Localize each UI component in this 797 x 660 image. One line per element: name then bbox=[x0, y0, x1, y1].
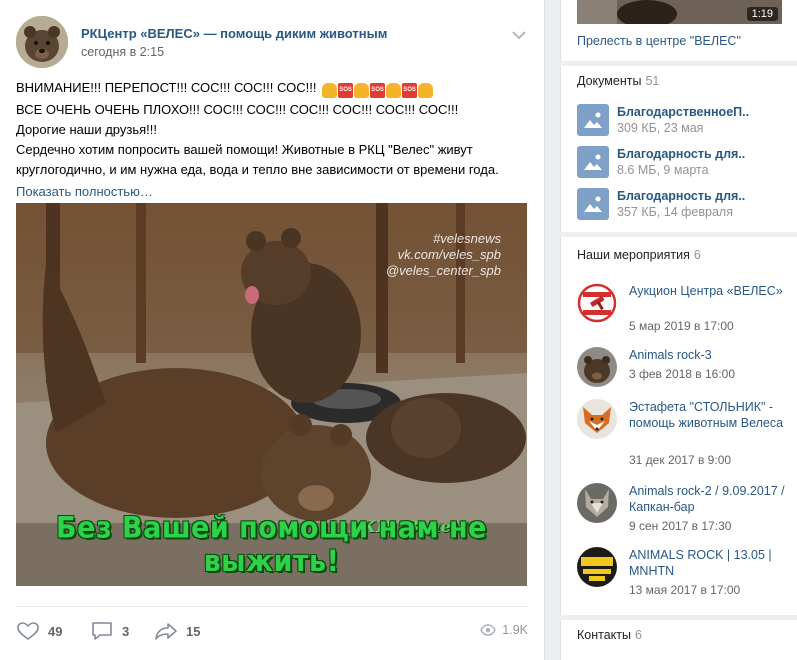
photo-caption-text: Без Вашей помощи нам не выжить! bbox=[56, 511, 487, 579]
event-item[interactable]: ANIMALS ROCK | 13.05 | MNHTN 13 мая 2017… bbox=[577, 547, 787, 601]
video-thumbnail[interactable]: 1:19 bbox=[577, 0, 782, 24]
group-avatar[interactable] bbox=[16, 16, 68, 68]
share-count: 15 bbox=[186, 623, 201, 639]
event-item[interactable]: Эстафета "СТОЛЬНИК" - помощь животным Ве… bbox=[577, 399, 787, 469]
pray-emoji-icon bbox=[386, 83, 402, 99]
documents-title: Документы bbox=[577, 74, 642, 88]
post-text: ВНИМАНИЕ!!! ПЕРЕПОСТ!!! СОС!!! СОС!!! СО… bbox=[16, 78, 531, 202]
contacts-block: Контакты 6 bbox=[560, 620, 797, 660]
share-button[interactable]: 15 bbox=[154, 621, 200, 641]
document-name: БлагодарственноеП.. bbox=[617, 105, 750, 119]
document-item[interactable]: Благодарность для.. 357 КБ, 14 февраля bbox=[577, 188, 782, 222]
watermark-instagram: @veles_center_spb bbox=[385, 263, 501, 278]
photo-watermark: #velesnews vk.com/veles_spb @veles_cente… bbox=[386, 231, 501, 279]
comment-count: 3 bbox=[122, 623, 130, 639]
document-item[interactable]: Благодарность для.. 8.6 МБ, 9 марта bbox=[577, 146, 782, 180]
image-document-icon bbox=[577, 104, 609, 136]
document-name: Благодарность для.. bbox=[617, 189, 746, 203]
like-count: 49 bbox=[48, 623, 63, 639]
contacts-count: 6 bbox=[635, 628, 642, 642]
post-photo[interactable]: #velesnews vk.com/veles_spb @veles_cente… bbox=[16, 203, 527, 586]
document-meta: 8.6 МБ, 9 марта bbox=[617, 163, 709, 177]
right-sidebar: 1:19 Прелесть в центре "ВЕЛЕС" Документы… bbox=[560, 0, 797, 660]
event-date: 3 фев 2018 в 16:00 bbox=[629, 367, 736, 381]
comment-button[interactable]: 3 bbox=[90, 621, 129, 641]
event-item[interactable]: Аукцион Центра «ВЕЛЕС» 5 мар 2019 в 17:0… bbox=[577, 283, 787, 337]
event-date: 9 сен 2017 в 17:30 bbox=[629, 519, 732, 533]
fox-event-avatar bbox=[577, 399, 617, 439]
document-meta: 309 КБ, 23 мая bbox=[617, 121, 704, 135]
event-item[interactable]: Animals rock-2 / 9.09.2017 / Капкан-бар … bbox=[577, 483, 787, 537]
bear-event-avatar bbox=[577, 347, 617, 387]
pray-emoji-icon bbox=[418, 83, 434, 99]
post-text-line: ВНИМАНИЕ!!! ПЕРЕПОСТ!!! СОС!!! СОС!!! СО… bbox=[16, 80, 317, 95]
wolf-event-avatar bbox=[577, 483, 617, 523]
watermark-vk: vk.com/veles_spb bbox=[397, 247, 501, 262]
events-title: Наши мероприятия bbox=[577, 248, 690, 262]
event-name: Animals rock-2 / 9.09.2017 / Капкан-бар bbox=[629, 484, 785, 514]
events-header[interactable]: Наши мероприятия 6 bbox=[577, 248, 701, 262]
post-date[interactable]: сегодня в 2:15 bbox=[81, 45, 164, 59]
post-text-line: Дорогие наши друзья!!! bbox=[16, 122, 157, 137]
video-block: 1:19 Прелесть в центре "ВЕЛЕС" bbox=[560, 0, 797, 61]
documents-count: 51 bbox=[645, 74, 660, 88]
image-document-icon bbox=[577, 188, 609, 220]
event-date: 5 мар 2019 в 17:00 bbox=[629, 319, 734, 333]
document-item[interactable]: БлагодарственноеП.. 309 КБ, 23 мая bbox=[577, 104, 782, 138]
event-name: Эстафета "СТОЛЬНИК" - помощь животным Ве… bbox=[629, 400, 784, 430]
sos-emoji-icon: SOS bbox=[370, 83, 386, 99]
chevron-down-icon[interactable] bbox=[510, 28, 528, 42]
video-title-link[interactable]: Прелесть в центре "ВЕЛЕС" bbox=[577, 34, 741, 48]
documents-block: Документы 51 БлагодарственноеП.. 309 КБ, … bbox=[560, 66, 797, 232]
document-meta: 357 КБ, 14 февраля bbox=[617, 205, 733, 219]
post-text-line: Сердечно хотим попросить вашей помощи! Ж… bbox=[16, 142, 473, 157]
events-block: Наши мероприятия 6 Аукцион Центра «ВЕЛЕС»… bbox=[560, 237, 797, 615]
event-item[interactable]: Animals rock-3 3 фев 2018 в 16:00 bbox=[577, 347, 787, 391]
event-name: ANIMALS ROCK | 13.05 | MNHTN bbox=[629, 548, 772, 578]
sos-emoji-icon: SOS bbox=[338, 83, 354, 99]
events-count: 6 bbox=[693, 248, 701, 262]
auction-event-avatar bbox=[577, 283, 617, 323]
eye-icon bbox=[480, 624, 497, 636]
event-name: Аукцион Центра «ВЕЛЕС» bbox=[629, 284, 783, 298]
share-icon bbox=[155, 623, 177, 640]
document-name: Благодарность для.. bbox=[617, 147, 746, 161]
views-counter: 1.9K bbox=[480, 623, 528, 637]
views-count: 1.9K bbox=[502, 623, 528, 637]
post-text-line: ВСЕ ОЧЕНЬ ОЧЕНЬ ПЛОХО!!! СОС!!! СОС!!! С… bbox=[16, 102, 459, 117]
event-date: 13 мая 2017 в 17:00 bbox=[629, 583, 741, 597]
emoji-row: SOS SOS SOS bbox=[322, 80, 434, 100]
wall-post: РКЦентр «ВЕЛЕС» — помощь диким животным … bbox=[0, 0, 545, 660]
sos-emoji-icon: SOS bbox=[402, 83, 418, 99]
contacts-header[interactable]: Контакты 6 bbox=[577, 628, 642, 642]
watermark-hashtag: #velesnews bbox=[433, 231, 501, 246]
documents-header[interactable]: Документы 51 bbox=[577, 74, 659, 88]
animals-rock-event-avatar bbox=[577, 547, 617, 587]
pray-emoji-icon bbox=[354, 83, 370, 99]
heart-icon bbox=[17, 622, 39, 640]
post-text-line: круглогодично, и им нужна еда, вода и те… bbox=[16, 162, 499, 177]
post-header: РКЦентр «ВЕЛЕС» — помощь диким животным … bbox=[16, 16, 528, 68]
comment-icon bbox=[92, 622, 112, 640]
post-actions-bar: 49 3 15 1.9K bbox=[16, 606, 528, 646]
pray-emoji-icon bbox=[322, 83, 338, 99]
group-name-link[interactable]: РКЦентр «ВЕЛЕС» — помощь диким животным bbox=[81, 26, 387, 41]
show-more-link[interactable]: Показать полностью… bbox=[16, 182, 531, 202]
video-duration: 1:19 bbox=[746, 7, 778, 21]
like-button[interactable]: 49 bbox=[16, 621, 62, 641]
image-document-icon bbox=[577, 146, 609, 178]
event-date: 31 дек 2017 в 9:00 bbox=[629, 453, 732, 467]
event-name: Animals rock-3 bbox=[629, 348, 712, 362]
contacts-title: Контакты bbox=[577, 628, 631, 642]
